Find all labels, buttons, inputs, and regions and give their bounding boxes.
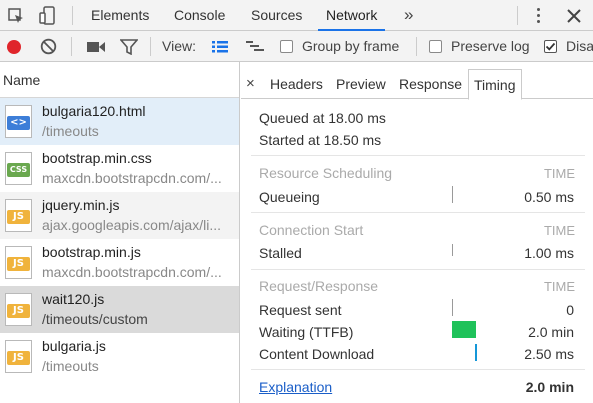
connection-start-heading: Connection Start — [259, 222, 364, 238]
request-name: bootstrap.min.css — [42, 150, 152, 166]
toolbar-divider — [416, 37, 417, 56]
js-file-icon: JS — [5, 340, 32, 373]
group-by-frame-checkbox[interactable] — [280, 40, 293, 53]
tab-elements[interactable]: Elements — [91, 0, 149, 31]
toolbar-divider — [150, 37, 151, 56]
network-toolbar: View: Group by frame Preserve log Disa — [0, 31, 593, 62]
tab-console[interactable]: Console — [174, 0, 225, 31]
tab-network[interactable]: Network — [318, 0, 386, 31]
waiting-ttfb-bar — [452, 321, 476, 338]
request-name: jquery.min.js — [42, 197, 120, 213]
time-column-header: TIME — [543, 223, 575, 238]
request-row[interactable]: JS bootstrap.min.js maxcdn.bootstrapcdn.… — [0, 239, 239, 286]
stalled-value: 1.00 ms — [524, 245, 574, 261]
request-row[interactable]: JS jquery.min.js ajax.googleapis.com/aja… — [0, 192, 239, 239]
request-path: /timeouts — [42, 123, 99, 139]
js-file-icon: JS — [5, 246, 32, 279]
js-file-icon: JS — [5, 199, 32, 232]
video-capture-icon[interactable] — [86, 31, 106, 62]
group-by-frame-label: Group by frame — [302, 38, 400, 54]
tab-preview[interactable]: Preview — [336, 69, 386, 99]
request-sent-label: Request sent — [259, 302, 342, 318]
close-detail-icon[interactable]: × — [246, 69, 255, 99]
request-path: maxcdn.bootstrapcdn.com/... — [42, 170, 222, 186]
request-response-heading: Request/Response — [259, 278, 379, 294]
request-path: ajax.googleapis.com/ajax/li... — [42, 217, 221, 233]
view-label: View: — [162, 38, 196, 54]
preserve-log-label: Preserve log — [451, 38, 530, 54]
toolbar-divider — [517, 6, 518, 25]
section-divider — [251, 155, 585, 156]
tab-headers[interactable]: Headers — [270, 69, 323, 99]
preserve-log-checkbox[interactable] — [429, 40, 442, 53]
close-icon[interactable] — [563, 0, 585, 31]
section-divider — [251, 269, 585, 270]
request-row[interactable]: JS bulgaria.js /timeouts — [0, 333, 239, 380]
request-path: /timeouts/custom — [42, 311, 148, 327]
waterfall-overview-icon[interactable] — [245, 31, 265, 62]
clear-icon[interactable] — [40, 31, 57, 62]
disable-cache-label: Disa — [566, 38, 593, 54]
stalled-bar — [452, 244, 453, 256]
queueing-label: Queueing — [259, 189, 320, 205]
content-download-label: Content Download — [259, 346, 375, 362]
time-column-header: TIME — [543, 166, 575, 181]
content-download-bar — [475, 344, 477, 361]
started-at: Started at 18.50 ms — [259, 132, 382, 148]
devtools-tab-bar: Elements Console Sources Network » — [0, 0, 593, 31]
tab-timing[interactable]: Timing — [468, 69, 522, 100]
section-divider — [251, 212, 585, 213]
content-download-value: 2.50 ms — [524, 346, 574, 362]
queueing-bar — [452, 186, 453, 203]
queued-at: Queued at 18.00 ms — [259, 110, 386, 126]
toolbar-divider — [72, 6, 73, 25]
resource-scheduling-heading: Resource Scheduling — [259, 165, 393, 181]
waiting-ttfb-label: Waiting (TTFB) — [259, 324, 354, 340]
stalled-label: Stalled — [259, 245, 302, 261]
waiting-ttfb-value: 2.0 min — [528, 324, 574, 340]
css-file-icon: CSS — [5, 152, 32, 185]
request-path: maxcdn.bootstrapcdn.com/... — [42, 264, 222, 280]
request-row[interactable]: <> bulgaria120.html /timeouts — [0, 98, 239, 145]
request-list: Name <> bulgaria120.html /timeouts CSS b… — [0, 62, 240, 403]
request-sent-bar — [452, 299, 453, 316]
request-name: bootstrap.min.js — [42, 244, 141, 260]
request-row[interactable]: JS wait120.js /timeouts/custom — [0, 286, 239, 333]
request-name: bulgaria120.html — [42, 103, 146, 119]
toolbar-divider — [71, 37, 72, 56]
html-file-icon: <> — [5, 105, 32, 138]
disable-cache-checkbox[interactable] — [544, 40, 557, 53]
explanation-link[interactable]: Explanation — [259, 379, 332, 395]
request-name: bulgaria.js — [42, 338, 106, 354]
name-column-header[interactable]: Name — [0, 62, 239, 98]
total-time: 2.0 min — [525, 379, 574, 395]
tab-response[interactable]: Response — [399, 69, 462, 99]
js-file-icon: JS — [5, 293, 32, 326]
filter-icon[interactable] — [120, 31, 138, 62]
request-detail-panel: × Headers Preview Response Timing Queued… — [241, 62, 593, 403]
detail-tab-bar: × Headers Preview Response Timing — [241, 69, 593, 100]
request-sent-value: 0 — [566, 302, 574, 318]
more-tabs-chevron-icon[interactable]: » — [404, 0, 413, 31]
device-toolbar-icon[interactable] — [34, 0, 60, 31]
kebab-menu-icon[interactable] — [537, 8, 541, 24]
request-path: /timeouts — [42, 358, 99, 374]
queueing-value: 0.50 ms — [524, 189, 574, 205]
tab-sources[interactable]: Sources — [251, 0, 302, 31]
record-icon[interactable] — [6, 31, 22, 62]
request-row[interactable]: CSS bootstrap.min.css maxcdn.bootstrapcd… — [0, 145, 239, 192]
request-name: wait120.js — [42, 291, 105, 307]
section-divider — [251, 369, 585, 370]
large-rows-icon[interactable] — [211, 31, 229, 62]
inspect-element-icon[interactable] — [3, 0, 29, 31]
time-column-header: TIME — [543, 279, 575, 294]
